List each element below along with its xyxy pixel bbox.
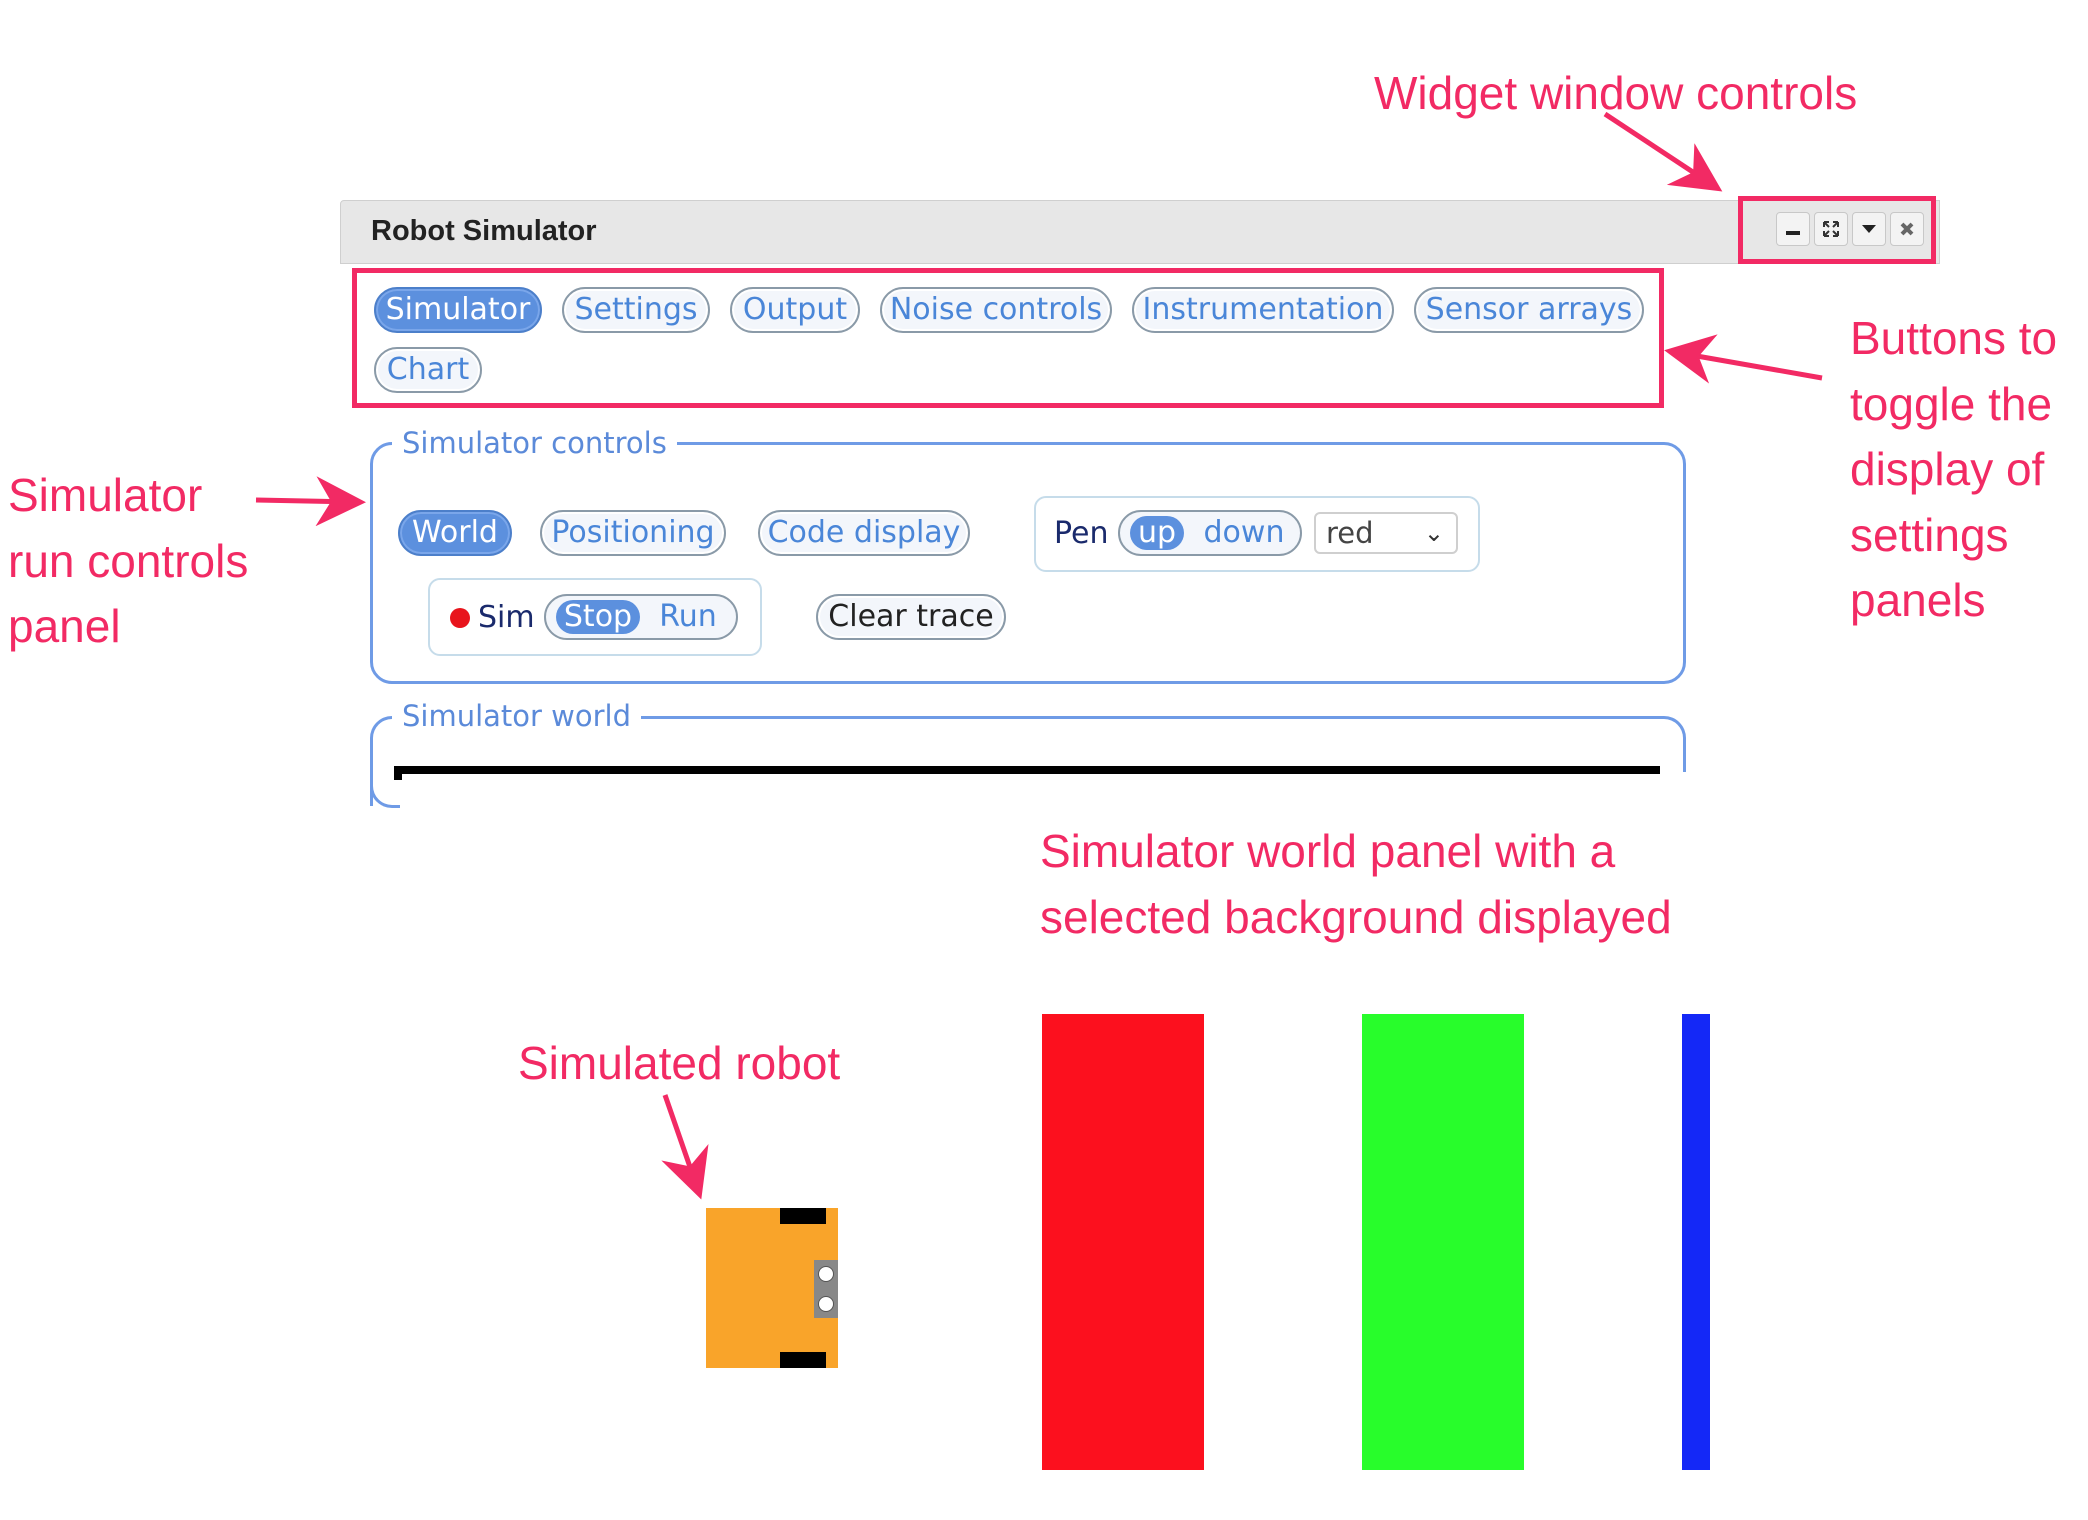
pen-color-value: red	[1326, 516, 1374, 550]
background-blue-stripe	[1682, 1014, 1710, 1470]
chevron-down-icon: ⌄	[1423, 519, 1444, 547]
pen-down-option[interactable]: down	[1194, 516, 1294, 550]
world-left-border	[394, 766, 402, 780]
world-top-border	[394, 766, 1660, 774]
annotation-toggle-line-4: settings	[1850, 509, 2009, 561]
background-green-stripe	[1362, 1014, 1524, 1470]
robot-wheel-left	[780, 1208, 826, 1224]
robot-sensor-1	[818, 1266, 834, 1282]
world-button[interactable]: World	[398, 510, 512, 556]
arrow-toggle-buttons	[1664, 334, 1823, 384]
tab-chart[interactable]: Chart	[374, 347, 482, 393]
annotation-box-window-controls	[1738, 196, 1936, 264]
pen-up-option[interactable]: up	[1130, 516, 1184, 550]
tab-sensor-arrays[interactable]: Sensor arrays	[1414, 287, 1644, 333]
annotation-robot: Simulated robot	[518, 1037, 841, 1089]
annotation-run-line-3: panel	[8, 600, 121, 652]
positioning-button[interactable]: Positioning	[540, 510, 726, 556]
widget-titlebar: Robot Simulator	[340, 200, 1940, 264]
annotation-toggle-line-2: toggle the	[1850, 378, 2053, 430]
tab-instrumentation[interactable]: Instrumentation	[1132, 287, 1394, 333]
annotation-toggle-line-5: panels	[1850, 574, 1986, 626]
arrow-robot	[661, 1094, 709, 1200]
sim-run-toggle[interactable]: Stop Run	[544, 594, 738, 640]
sim-run-option[interactable]: Run	[648, 600, 728, 634]
pen-label: Pen	[1054, 516, 1109, 551]
simulator-world-legend: Simulator world	[392, 698, 642, 734]
widget-title: Robot Simulator	[371, 215, 597, 247]
annotation-world-line-2: selected background displayed	[1040, 891, 1672, 943]
code-display-button[interactable]: Code display	[758, 510, 970, 556]
annotation-toggle-line-3: display of	[1850, 443, 2045, 495]
background-red-stripe	[1042, 1014, 1204, 1470]
sim-status-dot	[450, 608, 470, 628]
clear-trace-button[interactable]: Clear trace	[816, 594, 1006, 640]
robot-sensor-2	[818, 1296, 834, 1312]
arrow-run-controls	[255, 476, 366, 527]
simulator-world-mask	[394, 772, 1694, 812]
sim-label: Sim	[478, 600, 535, 635]
annotation-run-line-1: Simulator	[8, 469, 203, 521]
annotation-world-line-1: Simulator world panel with a	[1040, 825, 1616, 877]
simulated-robot[interactable]	[706, 1208, 838, 1368]
tab-noise-controls[interactable]: Noise controls	[880, 287, 1112, 333]
tab-settings[interactable]: Settings	[562, 287, 710, 333]
simulator-controls-legend: Simulator controls	[392, 425, 677, 461]
robot-wheel-right	[780, 1352, 826, 1368]
pen-color-select[interactable]: red ⌄	[1314, 512, 1458, 554]
tab-output[interactable]: Output	[730, 287, 860, 333]
pen-toggle[interactable]: up down	[1118, 510, 1302, 556]
sim-stop-option[interactable]: Stop	[556, 600, 640, 634]
annotation-toggle-line-1: Buttons to	[1850, 312, 2058, 364]
annotation-run-line-2: run controls	[8, 535, 249, 587]
annotation-window-controls: Widget window controls	[1374, 67, 1858, 119]
tab-simulator[interactable]: Simulator	[374, 287, 542, 333]
